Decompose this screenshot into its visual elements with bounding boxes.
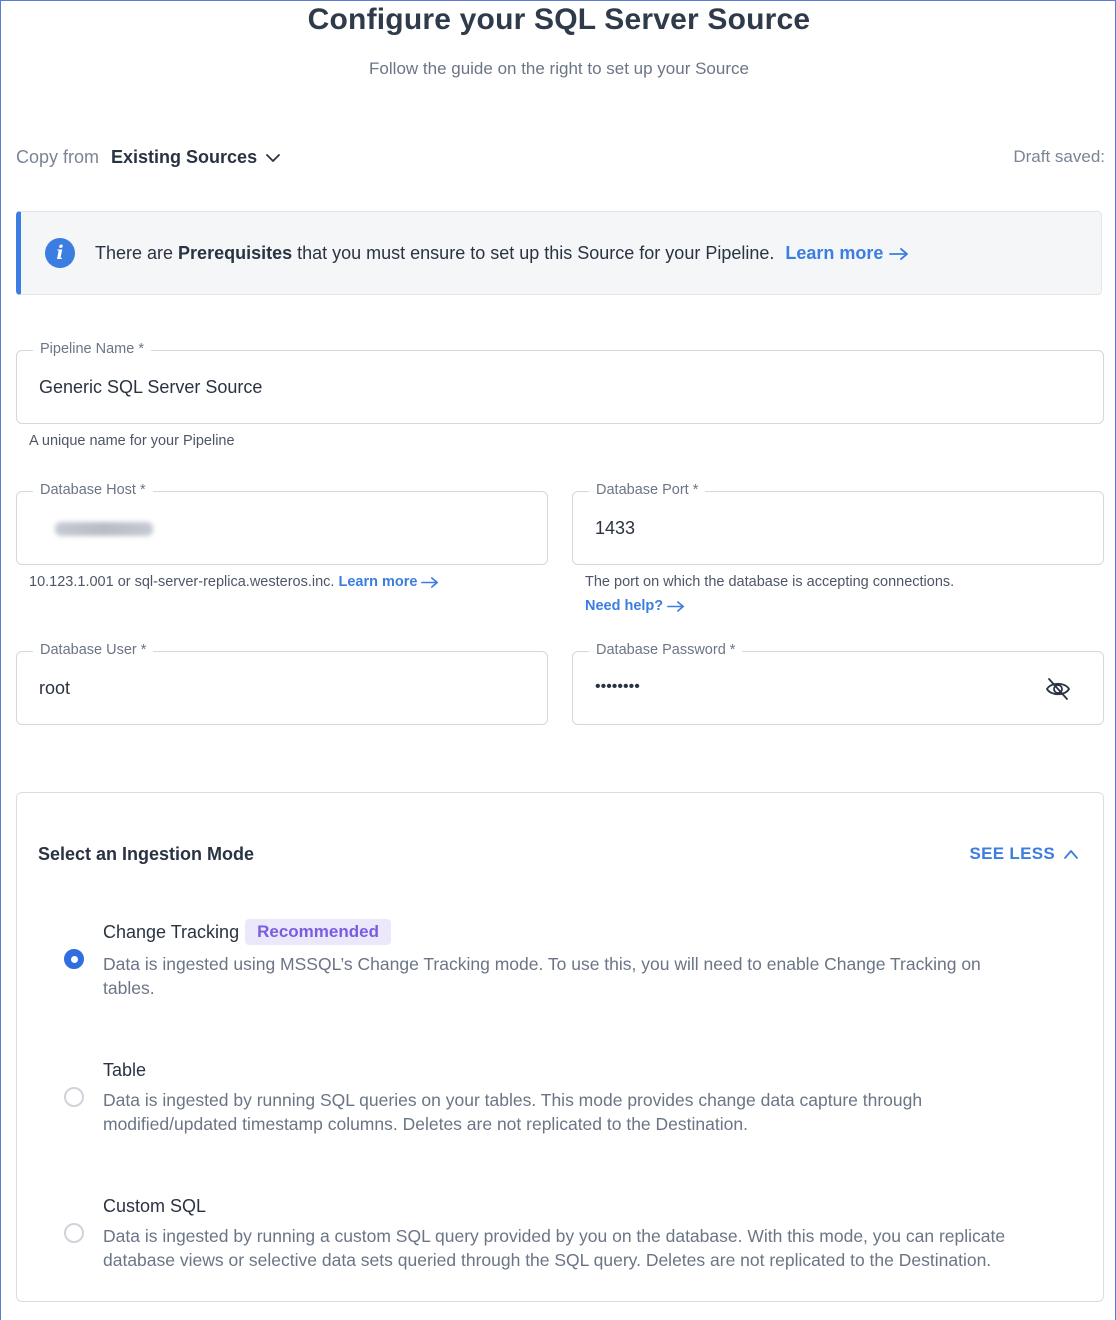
- info-icon: i: [45, 238, 75, 268]
- option-change-tracking-title[interactable]: Change Tracking Recommended: [103, 919, 391, 945]
- database-port-helper: The port on which the database is accept…: [585, 574, 955, 590]
- radio-change-tracking[interactable]: [64, 949, 84, 969]
- page-title: Configure your SQL Server Source: [307, 3, 811, 36]
- copy-from-label: Copy from: [16, 147, 100, 167]
- database-host-input[interactable]: [55, 522, 153, 536]
- pipeline-name-label: Pipeline Name *: [33, 341, 151, 357]
- database-password-label: Database Password *: [589, 642, 743, 658]
- learn-more-link[interactable]: Learn more: [785, 243, 909, 263]
- database-password-field[interactable]: Database Password * ••••••••: [572, 642, 1104, 725]
- database-user-label: Database User *: [33, 642, 154, 658]
- radio-custom-sql[interactable]: [64, 1223, 84, 1243]
- option-table-desc: Data is ingested by running SQL queries …: [103, 1090, 923, 1134]
- draft-status: Draft saved:: [1013, 147, 1105, 166]
- arrow-right-icon: [667, 600, 685, 612]
- radio-table[interactable]: [64, 1087, 84, 1107]
- pipeline-name-field[interactable]: Pipeline Name * Generic SQL Server Sourc…: [16, 341, 1104, 424]
- arrow-right-icon: [889, 247, 909, 260]
- banner-text: There are Prerequisites that you must en…: [95, 243, 909, 264]
- ingestion-mode-title: Select an Ingestion Mode: [38, 844, 255, 864]
- page-subtitle: Follow the guide on the right to set up …: [369, 59, 749, 78]
- option-table-title[interactable]: Table: [103, 1060, 146, 1081]
- database-host-label: Database Host *: [33, 482, 153, 498]
- pipeline-name-input[interactable]: Generic SQL Server Source: [39, 377, 262, 398]
- database-host-field[interactable]: Database Host *: [16, 482, 548, 565]
- database-password-input[interactable]: ••••••••: [595, 678, 640, 696]
- prerequisites-text: Prerequisites: [178, 242, 293, 263]
- see-less-button[interactable]: SEE LESS: [969, 844, 1079, 864]
- eye-off-icon[interactable]: [1045, 676, 1071, 702]
- database-user-field[interactable]: Database User * root: [16, 642, 548, 725]
- database-port-label: Database Port *: [589, 482, 706, 498]
- database-host-helper: 10.123.1.001 or sql-server-replica.weste…: [29, 574, 439, 590]
- prerequisites-banner: i There are Prerequisites that you must …: [16, 211, 1102, 295]
- database-port-input[interactable]: 1433: [595, 518, 635, 539]
- radio-selected-dot: [70, 955, 78, 963]
- recommended-badge: Recommended: [245, 919, 391, 945]
- option-custom-sql-title[interactable]: Custom SQL: [103, 1196, 206, 1217]
- option-custom-sql-desc: Data is ingested by running a custom SQL…: [103, 1226, 1006, 1270]
- existing-sources-dropdown[interactable]: Existing Sources: [111, 147, 257, 168]
- chevron-up-icon: [1064, 850, 1078, 859]
- database-user-input[interactable]: root: [39, 678, 70, 699]
- arrow-right-icon: [421, 576, 439, 588]
- option-change-tracking-desc: Data is ingested using MSSQL’s Change Tr…: [103, 954, 981, 998]
- database-host-learn-more-link[interactable]: Learn more: [338, 574, 439, 590]
- need-help-link[interactable]: Need help?: [585, 598, 685, 614]
- chevron-down-icon[interactable]: [265, 150, 281, 166]
- database-port-field[interactable]: Database Port * 1433: [572, 482, 1104, 565]
- pipeline-name-helper: A unique name for your Pipeline: [29, 433, 235, 449]
- copy-from-row: Copy from Existing Sources: [16, 147, 281, 168]
